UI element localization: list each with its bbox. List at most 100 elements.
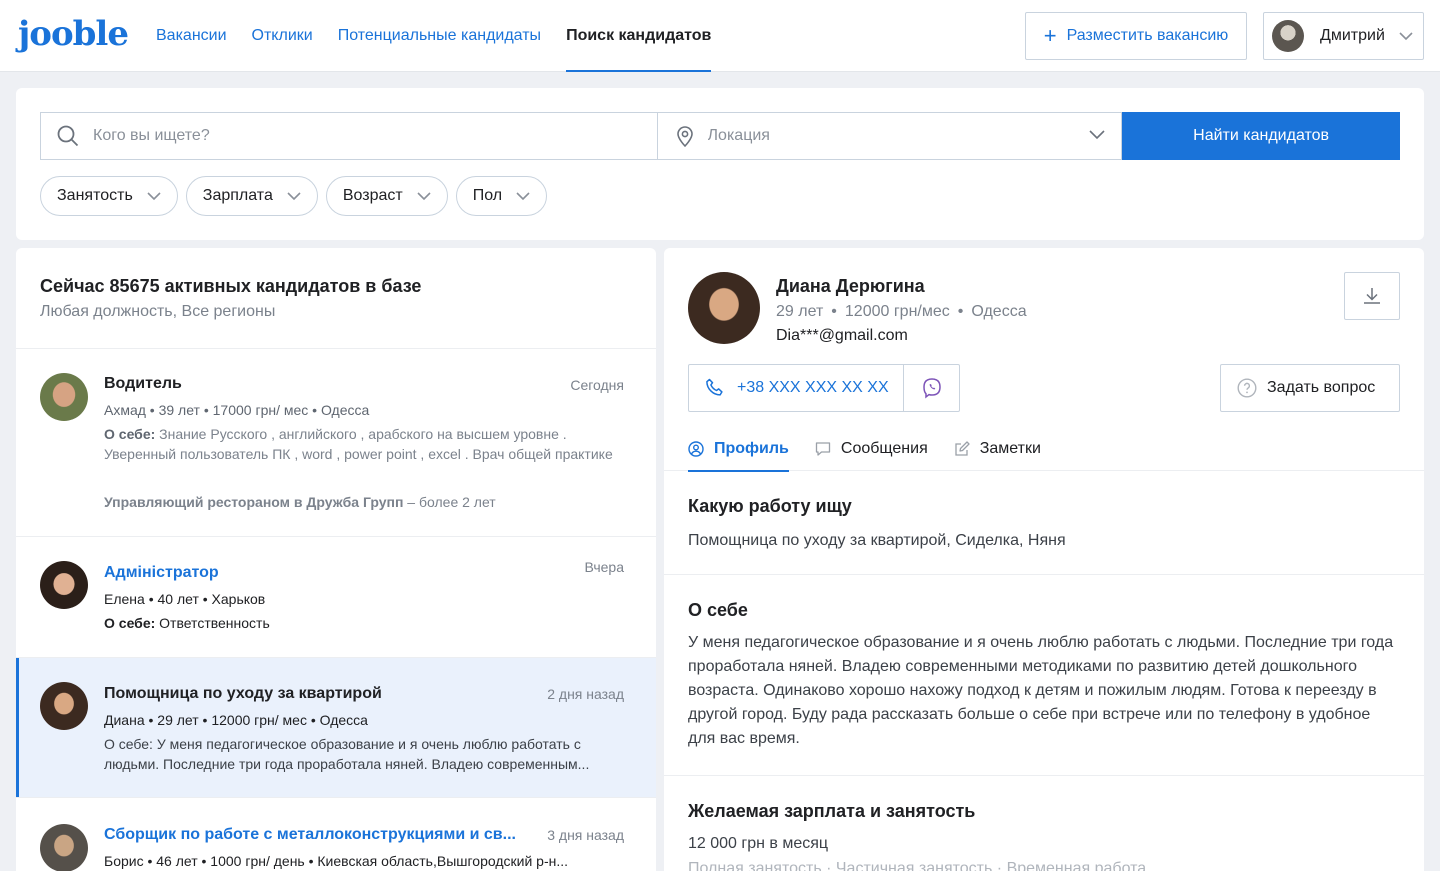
candidate-meta: Диана • 29 лет • 12000 грн/ мес • Одесса	[104, 712, 368, 728]
candidate-card[interactable]: Сборщик по работе с металлоконструкциями…	[16, 798, 656, 871]
about-text: Знание Русского , английского , арабског…	[104, 426, 613, 462]
candidate-card[interactable]: Водитель Сегодня Ахмад • 39 лет • 17000 …	[16, 349, 656, 537]
phone-icon	[706, 378, 723, 396]
candidate-date: 2 дня назад	[547, 686, 624, 702]
section-text: Помощница по уходу за квартирой, Сиделка…	[688, 532, 1066, 549]
nav-potential-candidates[interactable]: Потенциальные кандидаты	[338, 0, 541, 72]
candidate-avatar	[40, 561, 88, 609]
candidate-avatar	[40, 824, 88, 871]
user-menu-button[interactable]: Дмитрий	[1263, 12, 1424, 60]
experience-company: Управляющий рестораном в Дружба Групп	[104, 494, 404, 510]
candidate-card[interactable]: Адміністратор Вчера Елена • 40 лет • Хар…	[16, 537, 656, 658]
ask-question-button[interactable]: Задать вопрос	[1220, 364, 1400, 412]
edit-note-icon	[955, 441, 970, 456]
profile-salary: 12000 грн/мес	[844, 303, 950, 320]
candidate-about: О себе: Ответственность	[104, 613, 624, 633]
profile-city: Одесса	[971, 303, 1027, 320]
candidate-title[interactable]: Водитель	[104, 375, 182, 393]
employment-types: Полная занятость · Частичная занятость ·…	[688, 860, 1147, 871]
find-candidates-button[interactable]: Найти кандидатов	[1122, 112, 1400, 160]
search-panel: Найти кандидатов Занятость Зарплата Возр…	[16, 88, 1424, 240]
filter-employment[interactable]: Занятость	[40, 176, 178, 216]
chevron-down-icon	[1399, 31, 1413, 40]
search-row: Найти кандидатов	[40, 112, 1400, 160]
profile-tabs: Профиль Сообщения Заметки	[664, 434, 1424, 472]
user-circle-icon	[688, 441, 704, 457]
candidate-about: О себе: Знание Русского , английского , …	[104, 424, 624, 464]
tab-label: Заметки	[979, 440, 1041, 457]
tab-profile[interactable]: Профиль	[688, 434, 789, 472]
download-cv-button[interactable]	[1344, 272, 1400, 320]
candidate-meta: Борис • 46 лет • 1000 грн/ день • Киевск…	[104, 853, 569, 869]
filter-label: Пол	[472, 187, 503, 204]
post-vacancy-button[interactable]: + Разместить вакансию	[1025, 12, 1247, 60]
candidate-list-panel: Сейчас 85675 активных кандидатов в базе …	[16, 248, 656, 871]
location-pin-icon	[676, 126, 693, 147]
section-title: Какую работу ищу	[688, 496, 852, 516]
section-desired-job: Какую работу ищу Помощница по уходу за к…	[664, 471, 1424, 575]
tab-messages[interactable]: Сообщения	[815, 434, 928, 471]
filter-label: Занятость	[57, 187, 133, 204]
tab-label: Профиль	[714, 440, 789, 457]
section-text: 12 000 грн в месяц	[688, 835, 829, 852]
filter-gender[interactable]: Пол	[455, 176, 548, 216]
post-vacancy-label: Разместить вакансию	[1066, 27, 1229, 44]
candidate-meta: Ахмад • 39 лет • 17000 грн/ мес • Одесса	[104, 402, 370, 418]
viber-button[interactable]	[903, 364, 960, 412]
location-input[interactable]	[707, 127, 1068, 145]
section-title: Желаемая зарплата и занятость	[688, 801, 976, 821]
candidate-title[interactable]: Сборщик по работе с металлоконструкциями…	[104, 826, 516, 844]
list-title: Сейчас 85675 активных кандидатов в базе	[40, 276, 422, 296]
nav-vacancies[interactable]: Вакансии	[156, 0, 227, 72]
candidate-avatar	[40, 682, 88, 730]
experience-duration: – более 2 лет	[403, 494, 496, 510]
profile-meta: 29 лет • 12000 грн/мес • Одесса	[776, 303, 1027, 320]
candidate-date: Вчера	[584, 559, 624, 575]
candidate-title[interactable]: Помощница по уходу за квартирой	[104, 685, 382, 703]
filter-chips: Занятость Зарплата Возраст Пол	[40, 176, 555, 216]
section-about: О себе У меня педагогическое образование…	[664, 575, 1424, 776]
chevron-down-icon	[287, 191, 301, 200]
candidate-meta: Елена • 40 лет • Харьков	[104, 591, 266, 607]
section-text: У меня педагогическое образование и я оч…	[688, 634, 1394, 747]
candidate-title[interactable]: Адміністратор	[104, 564, 219, 582]
location-field[interactable]	[656, 112, 1123, 160]
tab-notes[interactable]: Заметки	[954, 434, 1041, 471]
about-label: О себе:	[104, 615, 156, 631]
viber-icon	[922, 378, 941, 399]
section-salary: Желаемая зарплата и занятость 12 000 грн…	[664, 776, 1424, 871]
jooble-logo[interactable]: jooble	[18, 14, 129, 54]
list-header: Сейчас 85675 активных кандидатов в базе …	[16, 248, 656, 349]
chevron-down-icon[interactable]	[1089, 130, 1105, 140]
nav-responses[interactable]: Отклики	[252, 0, 313, 72]
candidate-card-selected[interactable]: Помощница по уходу за квартирой 2 дня на…	[16, 658, 656, 798]
tab-label: Сообщения	[840, 440, 928, 457]
chevron-down-icon	[417, 191, 431, 200]
search-icon	[57, 125, 79, 147]
candidate-date: 3 дня назад	[547, 827, 624, 843]
profile-avatar	[688, 272, 760, 344]
candidate-avatar	[40, 373, 88, 421]
user-name: Дмитрий	[1320, 27, 1385, 44]
question-icon	[1237, 378, 1257, 398]
query-field[interactable]	[40, 112, 657, 160]
nav-candidate-search[interactable]: Поиск кандидатов	[566, 0, 712, 72]
phone-number: +38 XXX XXX XX XX	[737, 379, 889, 396]
ask-question-label: Задать вопрос	[1267, 379, 1376, 396]
main-nav: Вакансии Отклики Потенциальные кандидаты…	[156, 0, 736, 72]
filter-salary[interactable]: Зарплата	[185, 176, 318, 216]
profile-email: Dia***@gmail.com	[776, 327, 908, 344]
profile-age: 29 лет	[776, 303, 824, 320]
chevron-down-icon	[147, 191, 161, 200]
chevron-down-icon	[516, 191, 530, 200]
show-phone-button[interactable]: +38 XXX XXX XX XX	[688, 364, 904, 412]
user-avatar	[1272, 20, 1304, 52]
query-input[interactable]	[93, 127, 453, 145]
filter-label: Возраст	[342, 187, 403, 204]
candidate-experience: Управляющий рестораном в Дружба Групп – …	[104, 494, 496, 510]
profile-name: Диана Дерюгина	[776, 276, 925, 296]
candidate-about: О себе: У меня педагогическое образовани…	[104, 736, 590, 772]
filter-label: Зарплата	[202, 187, 273, 204]
filter-age[interactable]: Возраст	[325, 176, 448, 216]
candidate-profile-panel: Диана Дерюгина 29 лет • 12000 грн/мес • Одес…	[664, 248, 1424, 871]
